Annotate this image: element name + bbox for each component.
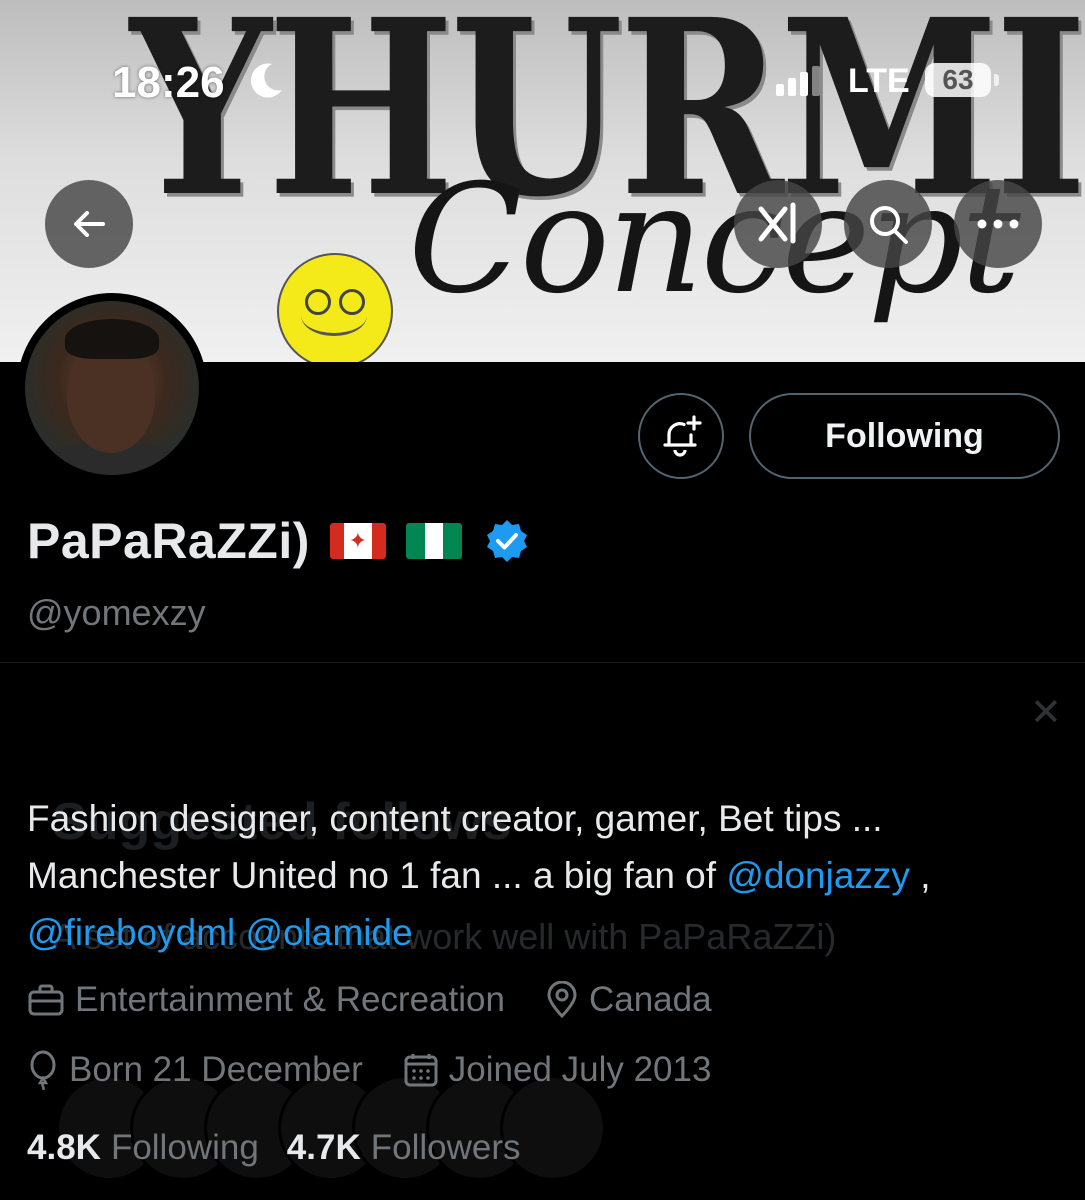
location-item: Canada (545, 980, 712, 1020)
notifications-button[interactable] (638, 393, 724, 479)
following-stat[interactable]: 4.8K Following (27, 1128, 259, 1168)
smiley-mouth (301, 295, 367, 336)
search-icon (870, 206, 908, 244)
display-name: PaPaRaZZi) (27, 513, 310, 569)
briefcase-icon (28, 984, 64, 1016)
back-button[interactable] (45, 180, 133, 268)
close-icon: ✕ (1030, 692, 1062, 734)
grok-icon (758, 202, 796, 244)
category-item: Entertainment & Recreation (27, 980, 505, 1020)
back-arrow-icon (74, 211, 105, 237)
following-label: Following (110, 1128, 259, 1167)
search-button[interactable] (844, 180, 932, 268)
profile-meta-row: Entertainment & Recreation Canada (27, 980, 752, 1020)
battery-tip (994, 74, 999, 86)
mention-donjazzy[interactable]: @donjazzy (726, 855, 910, 896)
divider (0, 662, 1085, 663)
smiley-graphic (277, 253, 393, 362)
more-options-button[interactable] (954, 180, 1042, 268)
birthday-item: Born 21 December (27, 1050, 363, 1090)
location-text: Canada (588, 980, 712, 1019)
avatar-image (25, 301, 199, 475)
followers-label: Followers (370, 1128, 521, 1167)
mention-fireboydml[interactable]: @fireboydml (27, 912, 235, 953)
location-pin-icon (547, 981, 577, 1019)
profile-bio: Fashion designer, content creator, gamer… (27, 790, 1057, 961)
status-time: 18:26 (112, 58, 225, 107)
profile-handle: @yomexzy (27, 592, 206, 633)
bio-line2-suffix: , (909, 855, 931, 896)
bio-line2-text: Manchester United no 1 fan ... a big fan… (27, 855, 727, 896)
followers-stat[interactable]: 4.7K Followers (287, 1128, 521, 1168)
battery-icon: 63 (925, 63, 991, 97)
more-icon (977, 219, 1019, 229)
network-type: LTE (848, 62, 910, 100)
grok-button[interactable] (734, 180, 822, 268)
profile-meta-row: Born 21 December Joined July 2013 (27, 1050, 751, 1090)
avatar[interactable] (17, 293, 207, 483)
joined-text: Joined July 2013 (448, 1050, 712, 1089)
calendar-icon (404, 1054, 438, 1087)
birthday-text: Born 21 December (69, 1050, 363, 1089)
mention-olamide[interactable]: @olamide (246, 912, 413, 953)
category-text: Entertainment & Recreation (75, 980, 505, 1019)
avatar-hair (65, 319, 159, 359)
bell-plus-icon (663, 415, 702, 457)
followers-count: 4.7K (286, 1128, 361, 1167)
verified-badge-icon[interactable] (484, 518, 530, 564)
avatar-face (67, 343, 155, 453)
balloon-icon (30, 1050, 56, 1090)
following-count: 4.8K (27, 1128, 101, 1167)
name-row: PaPaRaZZi) ✦ (27, 512, 530, 570)
signal-icon (776, 66, 820, 96)
joined-item: Joined July 2013 (403, 1050, 712, 1090)
canada-flag-icon: ✦ (329, 523, 386, 559)
nigeria-flag-icon (405, 523, 462, 559)
follow-stats: 4.8K Following 4.7K Followers (27, 1128, 549, 1168)
following-button[interactable]: Following (749, 393, 1060, 479)
moon-icon (250, 63, 282, 98)
bio-line1: Fashion designer, content creator, gamer… (27, 798, 883, 839)
